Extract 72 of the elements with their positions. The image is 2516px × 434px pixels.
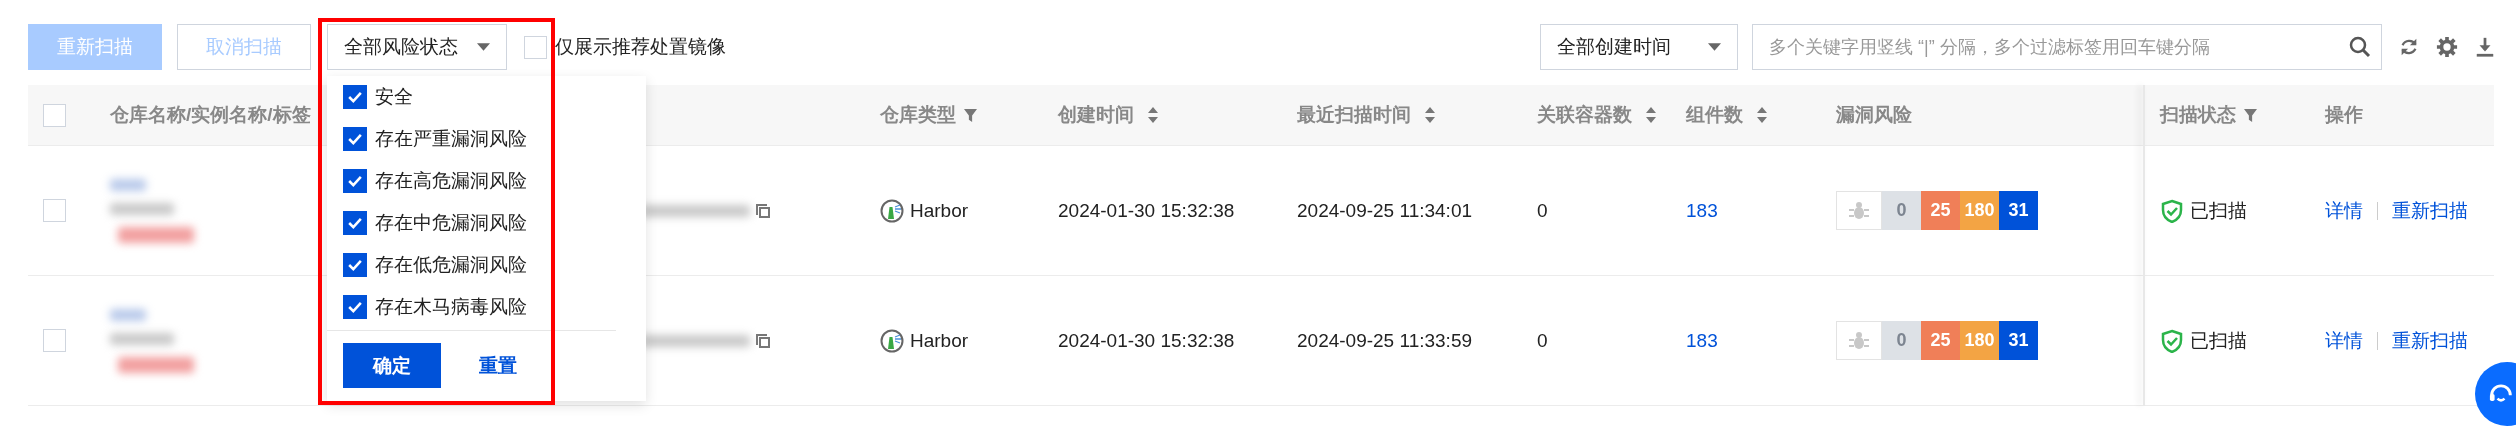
scan-status: 已扫描: [2190, 328, 2247, 353]
lighthouse-icon: [880, 328, 904, 353]
vulnerability-count: 31: [1999, 191, 2038, 230]
shield-check-icon: [2160, 328, 2184, 353]
time-select[interactable]: 全部创建时间: [1540, 24, 1738, 70]
checkbox[interactable]: [343, 85, 367, 109]
sort-icon[interactable]: [1757, 107, 1767, 123]
action-link[interactable]: 重新扫描: [2392, 197, 2468, 224]
column-header: 创建时间: [1058, 103, 1134, 127]
action-link[interactable]: 详情: [2325, 327, 2363, 354]
registry-type: Harbor: [910, 329, 969, 352]
lighthouse-icon: [880, 198, 904, 223]
sort-icon[interactable]: [1148, 107, 1158, 123]
caret-icon: [1708, 43, 1721, 51]
created-time: 2024-01-30 15:32:38: [1058, 329, 1235, 352]
reset-link[interactable]: 重置: [479, 352, 517, 379]
vulnerability-count: 180: [1960, 321, 1999, 360]
column-header: 漏洞风险: [1836, 103, 1912, 127]
download-icon[interactable]: [2474, 36, 2496, 58]
checkbox[interactable]: [343, 253, 367, 277]
shield-check-icon: [2160, 198, 2184, 223]
confirm-button[interactable]: 确定: [343, 343, 441, 388]
component-count-link[interactable]: 183: [1686, 199, 1718, 222]
settings-icon[interactable]: [2436, 36, 2458, 58]
checkbox[interactable]: [343, 295, 367, 319]
option-label[interactable]: 安全: [375, 84, 413, 110]
column-header: 关联容器数: [1537, 103, 1632, 127]
column-header: 仓库类型: [880, 103, 956, 127]
copy-icon[interactable]: [756, 203, 770, 218]
column-header: 组件数: [1686, 103, 1743, 127]
search-icon: [2348, 35, 2372, 59]
blurred-text: [110, 202, 174, 215]
container-count: 0: [1537, 329, 1548, 352]
column-header: 最近扫描时间: [1297, 103, 1411, 127]
checkbox[interactable]: [343, 127, 367, 151]
filter-icon[interactable]: [2244, 108, 2257, 122]
risk-status-select[interactable]: 全部风险状态: [327, 24, 507, 70]
blurred-text: [110, 332, 174, 345]
option-label[interactable]: 存在中危漏洞风险: [375, 210, 527, 236]
column-header: 扫描状态: [2160, 103, 2236, 127]
registry-type: Harbor: [910, 199, 969, 222]
vulnerability-count: 0: [1882, 321, 1921, 360]
action-link[interactable]: 重新扫描: [2392, 327, 2468, 354]
vulnerability-count: 25: [1921, 191, 1960, 230]
copy-icon[interactable]: [756, 333, 770, 348]
last-scan-time: 2024-09-25 11:33:59: [1297, 329, 1473, 352]
column-header: 仓库名称/实例名称/标签: [110, 103, 311, 127]
option-label[interactable]: 存在低危漏洞风险: [375, 252, 527, 278]
column-header: 操作: [2325, 103, 2363, 127]
checkbox[interactable]: [343, 211, 367, 235]
vulnerability-count: 31: [1999, 321, 2038, 360]
filter-icon[interactable]: [964, 108, 977, 122]
option-label[interactable]: 存在木马病毒风险: [375, 294, 527, 320]
checkbox[interactable]: [343, 169, 367, 193]
caret-icon: [477, 43, 490, 51]
action-link[interactable]: 详情: [2325, 197, 2363, 224]
sort-icon[interactable]: [1425, 107, 1435, 123]
blurred-text: [110, 178, 146, 191]
scan-status: 已扫描: [2190, 198, 2247, 223]
checkbox-label[interactable]: 仅展示推荐处置镜像: [555, 34, 726, 60]
search-field[interactable]: 多个关键字用竖线 “|” 分隔，多个过滤标签用回车键分隔: [1752, 24, 2382, 70]
last-scan-time: 2024-09-25 11:34:01: [1297, 199, 1473, 222]
component-count-link[interactable]: 183: [1686, 329, 1718, 352]
option-label[interactable]: 存在严重漏洞风险: [375, 126, 527, 152]
blurred-text: [110, 308, 146, 321]
vulnerability-count: 180: [1960, 191, 1999, 230]
container-count: 0: [1537, 199, 1548, 222]
option-label[interactable]: 存在高危漏洞风险: [375, 168, 527, 194]
created-time: 2024-01-30 15:32:38: [1058, 199, 1235, 222]
sort-icon[interactable]: [1646, 107, 1656, 123]
vulnerability-count: 0: [1882, 191, 1921, 230]
vulnerability-count: 25: [1921, 321, 1960, 360]
